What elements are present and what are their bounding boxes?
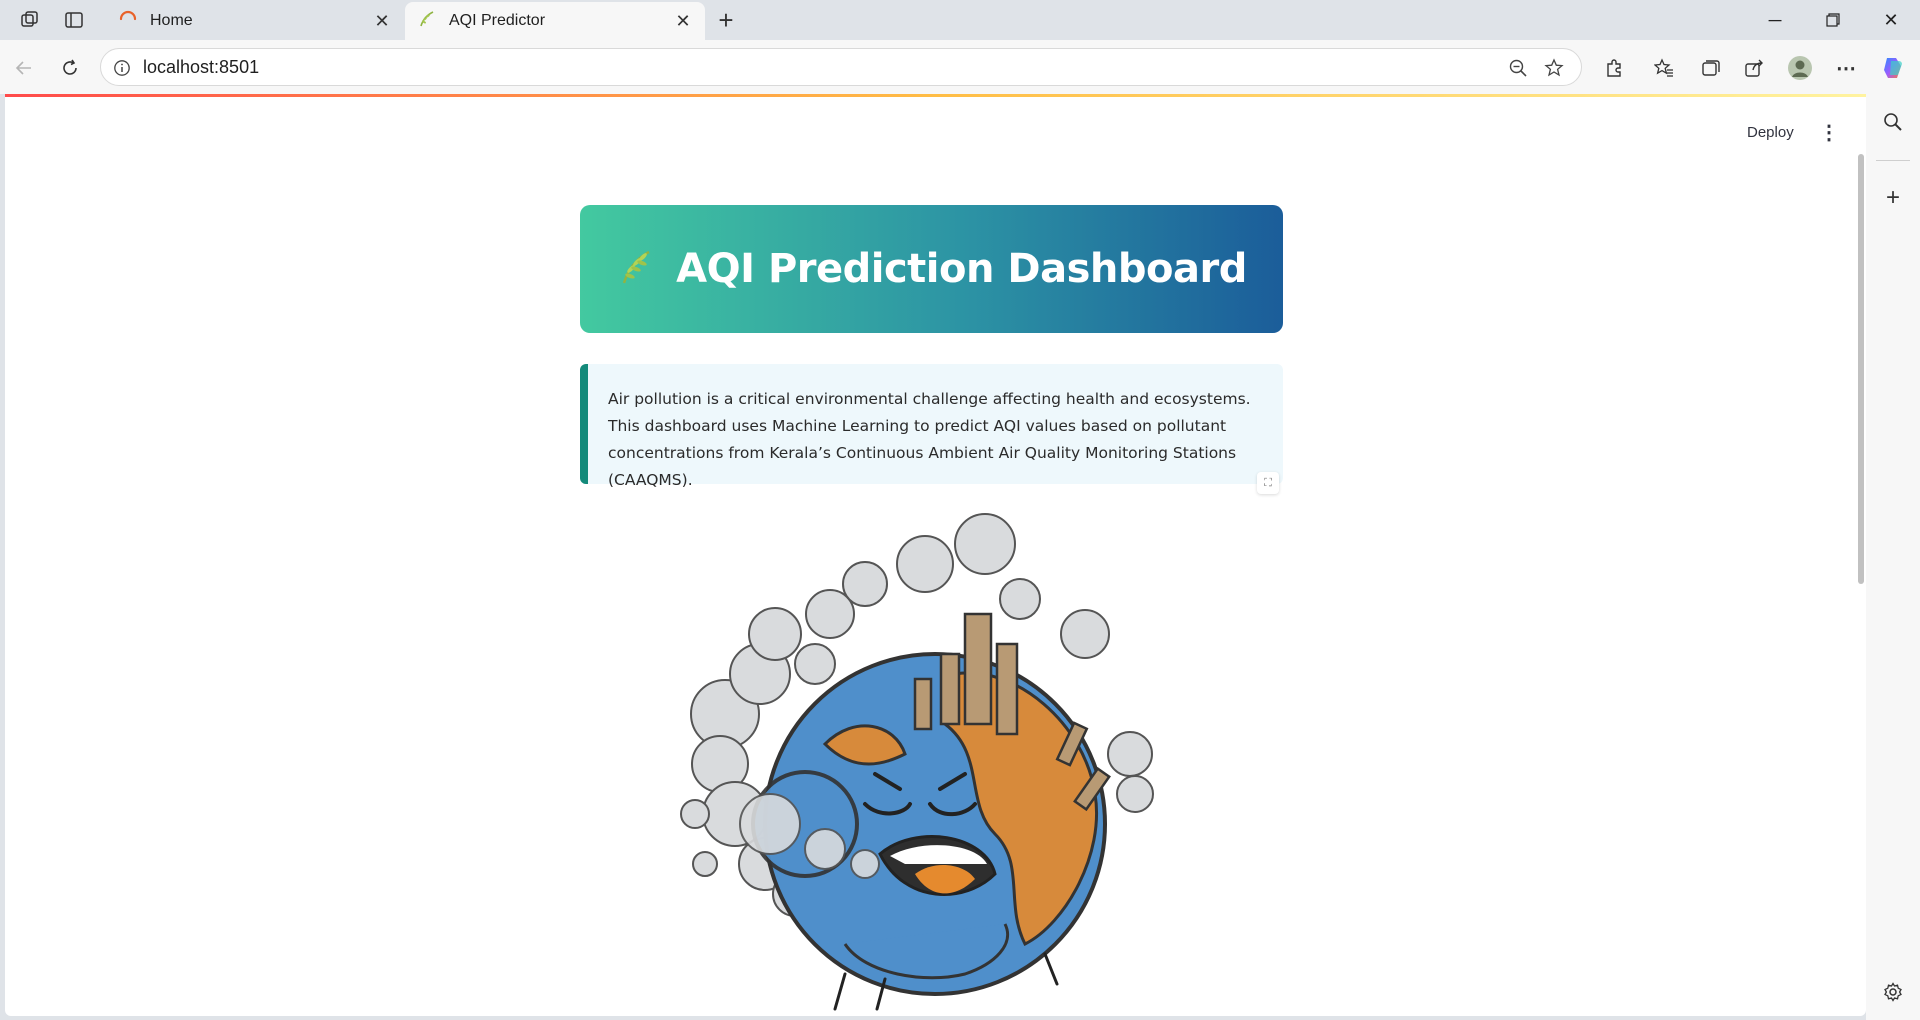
- tab-strip: Home ✕ AQI Predictor ✕ + ─ ✕: [0, 0, 1920, 40]
- back-button[interactable]: [8, 52, 40, 84]
- extensions-icon[interactable]: [1598, 52, 1630, 84]
- settings-gear-icon[interactable]: [1877, 976, 1909, 1008]
- close-icon[interactable]: ✕: [372, 11, 392, 31]
- search-icon[interactable]: [1877, 106, 1909, 138]
- page-title: AQI Prediction Dashboard: [676, 246, 1247, 292]
- tab-home[interactable]: Home ✕: [106, 2, 404, 40]
- workspaces-icon[interactable]: [14, 6, 46, 34]
- browser-toolbar: localhost:8501 ⋯: [0, 40, 1920, 94]
- url-text: localhost:8501: [143, 56, 260, 77]
- page-viewport: Deploy ⋮ AQI Prediction Dashboard Air po…: [5, 94, 1866, 1016]
- leaf-icon: [616, 247, 656, 292]
- new-tab-button[interactable]: +: [712, 5, 740, 35]
- leaf-icon: [417, 9, 437, 34]
- favorites-icon[interactable]: [1648, 52, 1680, 84]
- info-icon[interactable]: [109, 55, 135, 81]
- main-menu-icon[interactable]: ⋮: [1817, 116, 1841, 148]
- address-bar[interactable]: localhost:8501: [100, 48, 1582, 86]
- fullscreen-icon[interactable]: ⛶: [1257, 472, 1279, 494]
- minimize-button[interactable]: ─: [1752, 6, 1798, 34]
- close-window-button[interactable]: ✕: [1868, 6, 1914, 34]
- zoom-out-icon[interactable]: [1505, 55, 1531, 81]
- status-decoration-bar: [5, 94, 1866, 97]
- scrollbar[interactable]: [1858, 154, 1864, 584]
- tab-title: AQI Predictor: [449, 12, 546, 29]
- intro-text: Air pollution is a critical environmenta…: [608, 390, 1251, 489]
- loading-icon: [118, 9, 138, 34]
- share-icon[interactable]: [1738, 52, 1770, 84]
- browser-side-rail: +: [1866, 94, 1920, 1020]
- polluted-earth-illustration: [665, 504, 1205, 1016]
- intro-callout: Air pollution is a critical environmenta…: [580, 364, 1283, 489]
- profile-avatar[interactable]: [1784, 52, 1816, 84]
- tab-title: Home: [150, 12, 193, 29]
- restore-button[interactable]: [1810, 6, 1856, 34]
- copilot-icon[interactable]: [1878, 52, 1910, 84]
- collections-icon[interactable]: [1694, 52, 1726, 84]
- add-icon[interactable]: +: [1877, 182, 1909, 214]
- vertical-tabs-icon[interactable]: [58, 6, 90, 34]
- refresh-button[interactable]: [54, 52, 86, 84]
- more-options-icon[interactable]: ⋯: [1830, 52, 1862, 84]
- deploy-button[interactable]: Deploy: [1747, 116, 1794, 148]
- close-icon[interactable]: ✕: [673, 11, 693, 31]
- title-banner: AQI Prediction Dashboard: [580, 205, 1283, 333]
- tab-aqi-predictor[interactable]: AQI Predictor ✕: [405, 2, 705, 40]
- favorite-star-icon[interactable]: [1541, 55, 1567, 81]
